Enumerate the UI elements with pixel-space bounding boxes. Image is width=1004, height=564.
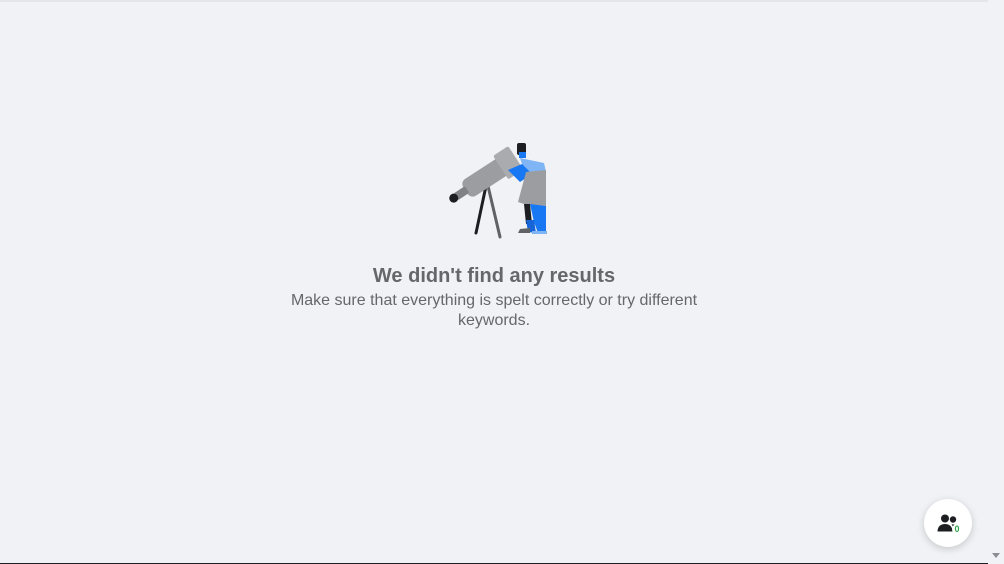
page: We didn't find any results Make sure tha… [0,0,1004,564]
scrollbar[interactable] [988,0,1004,564]
top-divider [0,0,988,2]
friends-button[interactable]: 0 [924,499,972,547]
empty-state-title: We didn't find any results [372,265,616,287]
scroll-down-arrow-icon[interactable] [992,553,1000,558]
friends-count-badge: 0 [952,524,962,534]
empty-state: We didn't find any results Make sure tha… [0,132,988,331]
telescope-person-icon [449,143,547,239]
empty-state-subtitle: Make sure that everything is spelt corre… [290,292,698,329]
